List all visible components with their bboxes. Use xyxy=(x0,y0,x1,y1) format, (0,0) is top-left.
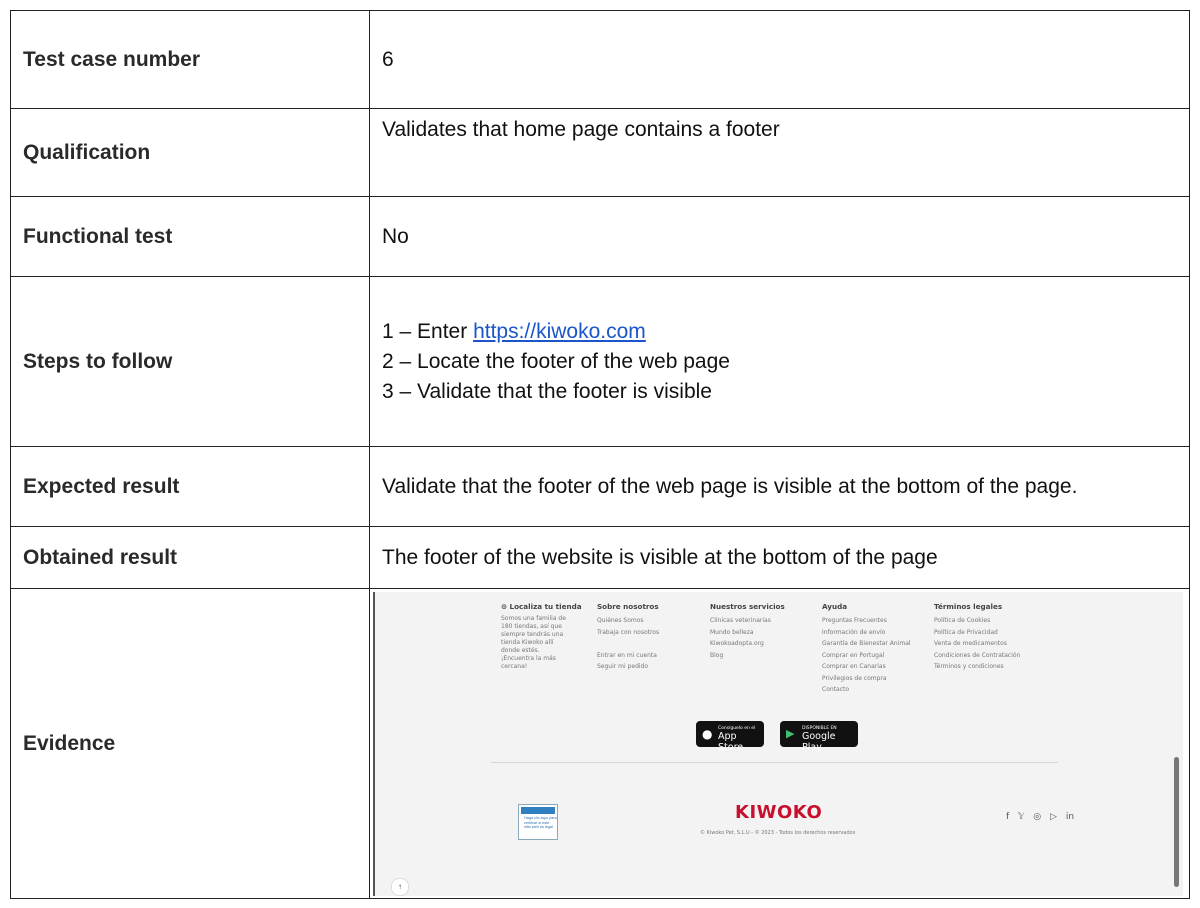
table-row: Steps to follow 1 – Enter https://kiwoko… xyxy=(10,276,1190,447)
step-3: 3 – Validate that the footer is visible xyxy=(382,379,712,403)
footer-link[interactable]: Kiwokoadopta.org xyxy=(710,638,785,650)
table-row: Obtained result The footer of the websit… xyxy=(10,526,1190,589)
store-text: Somos una familia de 180 tiendas, así qu… xyxy=(501,615,566,670)
scroll-up-icon[interactable]: ↑ xyxy=(391,878,409,896)
footer-link[interactable]: Seguir mi pedido xyxy=(597,661,659,673)
table-row: Evidence ⊙ Localiza tu tienda Somos una … xyxy=(10,588,1190,899)
twitter-icon[interactable]: 𝕐 xyxy=(1018,812,1024,822)
footer-link[interactable]: Mundo belleza xyxy=(710,627,785,639)
step-1: 1 – Enter https://kiwoko.com xyxy=(382,317,1189,347)
certification-badge[interactable]: Haga clic aquí para verificar si este si… xyxy=(518,804,558,840)
table-row: Expected result Validate that the footer… xyxy=(10,446,1190,527)
footer-link[interactable]: Garantía de Bienestar Animal xyxy=(822,638,911,650)
app-store-big: App Store xyxy=(718,731,744,753)
footer-col-help: Ayuda Preguntas Frecuentes Información d… xyxy=(822,602,911,696)
evidence-cell: ⊙ Localiza tu tienda Somos una familia d… xyxy=(369,588,1190,899)
google-play-big: Google Play xyxy=(802,731,836,753)
row-label: Obtained result xyxy=(10,526,370,589)
play-icon: ▶ xyxy=(786,727,795,740)
row-label: Functional test xyxy=(10,196,370,277)
instagram-icon[interactable]: ◎ xyxy=(1033,812,1041,822)
table-row: Functional test No xyxy=(10,196,1190,277)
table-row: Test case number 6 xyxy=(10,10,1190,109)
footer-link[interactable]: Quiénes Somos xyxy=(597,615,659,627)
footer-link[interactable]: Política de Privacidad xyxy=(934,627,1020,639)
services-title: Nuestros servicios xyxy=(710,602,785,611)
footer-col-services: Nuestros servicios Clínicas veterinarias… xyxy=(710,602,785,661)
footer-link[interactable]: Política de Cookies xyxy=(934,615,1020,627)
footer-link[interactable]: Preguntas Frecuentes xyxy=(822,615,911,627)
app-store-button[interactable]: ● Consíguelo en el App Store xyxy=(696,721,764,753)
footer-link[interactable]: Comprar en Canarias xyxy=(822,661,911,673)
footer-link[interactable]: Términos y condiciones xyxy=(934,661,1020,673)
footer-link[interactable]: Blog xyxy=(710,650,785,662)
facebook-icon[interactable]: f xyxy=(1006,812,1009,822)
evidence-screenshot: ⊙ Localiza tu tienda Somos una familia d… xyxy=(373,592,1183,896)
youtube-icon[interactable]: ▷ xyxy=(1050,812,1057,822)
google-play-button[interactable]: ▶ DISPONIBLE EN Google Play xyxy=(780,721,858,753)
row-label: Expected result xyxy=(10,446,370,527)
row-value: 6 xyxy=(369,10,1190,109)
row-value: Validate that the footer of the web page… xyxy=(369,446,1190,527)
footer-link[interactable]: Venta de medicamentos xyxy=(934,638,1020,650)
footer-col-about: Sobre nosotros Quiénes Somos Trabaja con… xyxy=(597,602,659,673)
help-title: Ayuda xyxy=(822,602,848,611)
footer-col-legal: Términos legales Política de Cookies Pol… xyxy=(934,602,1020,673)
copyright-text: © Kiwoko Pet, S.L.U - © 2023 - Todos los… xyxy=(700,830,856,836)
apple-icon: ● xyxy=(702,727,713,741)
step-2: 2 – Locate the footer of the web page xyxy=(382,349,730,373)
footer-link[interactable]: Trabaja con nosotros xyxy=(597,627,659,639)
social-links: f 𝕐 ◎ ▷ in xyxy=(1006,812,1080,822)
legal-title: Términos legales xyxy=(934,602,1003,611)
footer-spacer xyxy=(597,638,659,650)
footer-col-store: ⊙ Localiza tu tienda Somos una familia d… xyxy=(501,602,582,671)
row-value: The footer of the website is visible at … xyxy=(369,526,1190,589)
linkedin-icon[interactable]: in xyxy=(1066,812,1074,822)
footer-link[interactable]: Contacto xyxy=(822,684,911,696)
row-label: Evidence xyxy=(10,588,370,899)
footer-link[interactable]: Comprar en Portugal xyxy=(822,650,911,662)
row-label: Qualification xyxy=(10,108,370,197)
row-label: Test case number xyxy=(10,10,370,109)
footer-link[interactable]: Entrar en mi cuenta xyxy=(597,650,659,662)
kiwoko-link[interactable]: https://kiwoko.com xyxy=(473,320,646,343)
location-pin-icon: ⊙ xyxy=(501,602,510,611)
footer-link[interactable]: Clínicas veterinarias xyxy=(710,615,785,627)
scrollbar-thumb[interactable] xyxy=(1174,757,1179,887)
row-label: Steps to follow xyxy=(10,276,370,447)
footer-link[interactable]: Condiciones de Contratación xyxy=(934,650,1020,662)
about-title: Sobre nosotros xyxy=(597,602,659,611)
table-row: Qualification Validates that home page c… xyxy=(10,108,1190,197)
kiwoko-logo: KIWOKO xyxy=(735,802,823,823)
row-value: No xyxy=(369,196,1190,277)
row-value: Validates that home page contains a foot… xyxy=(369,108,1190,197)
footer-link[interactable]: Información de envío xyxy=(822,627,911,639)
footer-divider xyxy=(491,762,1058,763)
cert-text: Haga clic aquí para verificar si este si… xyxy=(524,816,557,829)
steps-list: 1 – Enter https://kiwoko.com 2 – Locate … xyxy=(369,276,1190,447)
test-case-table: Test case number 6 Qualification Validat… xyxy=(10,10,1190,899)
step-1-text: 1 – Enter xyxy=(382,319,474,343)
footer-link[interactable]: Privilegios de compra xyxy=(822,673,911,685)
store-title: Localiza tu tienda xyxy=(509,602,582,611)
